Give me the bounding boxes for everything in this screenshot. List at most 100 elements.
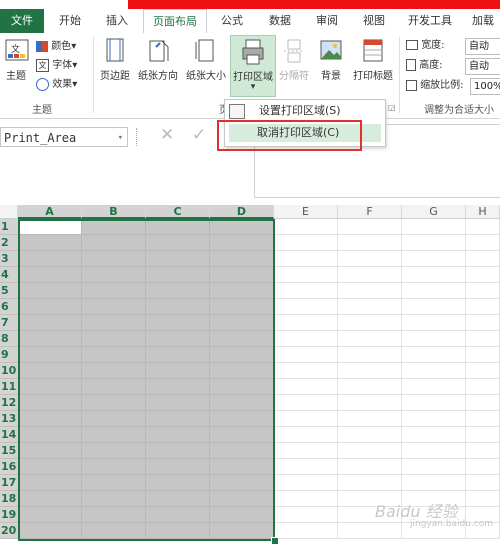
size-button[interactable]: 纸张大小 (183, 37, 229, 82)
tab-developer[interactable]: 开发工具 (402, 9, 458, 33)
cell[interactable] (466, 283, 500, 299)
width-select[interactable]: 自动 (465, 38, 500, 55)
row-header[interactable]: 3 (0, 251, 18, 267)
cell[interactable] (402, 267, 466, 283)
cell[interactable] (402, 443, 466, 459)
cell[interactable] (338, 443, 402, 459)
tab-page-layout[interactable]: 页面布局 (143, 9, 207, 35)
cell[interactable] (274, 331, 338, 347)
cell[interactable] (274, 347, 338, 363)
cell[interactable] (402, 283, 466, 299)
cell[interactable] (402, 363, 466, 379)
cell[interactable] (402, 331, 466, 347)
print-area-button[interactable]: 打印区域 ▾ (230, 35, 276, 97)
row-header[interactable]: 6 (0, 299, 18, 315)
scale-input[interactable]: 100% (470, 78, 500, 95)
cell[interactable] (466, 235, 500, 251)
cell[interactable] (402, 395, 466, 411)
cell[interactable] (466, 347, 500, 363)
cell[interactable] (338, 283, 402, 299)
cell[interactable] (274, 251, 338, 267)
cell[interactable] (402, 475, 466, 491)
cell[interactable] (402, 411, 466, 427)
tab-addins[interactable]: 加载 (466, 9, 500, 33)
cell[interactable] (466, 459, 500, 475)
print-titles-button[interactable]: 打印标题 (350, 37, 396, 82)
cell[interactable] (466, 491, 500, 507)
cell[interactable] (466, 267, 500, 283)
cell[interactable] (466, 411, 500, 427)
cell[interactable] (402, 251, 466, 267)
cell[interactable] (274, 443, 338, 459)
cell[interactable] (338, 379, 402, 395)
cell[interactable] (466, 427, 500, 443)
cell[interactable] (274, 379, 338, 395)
cell[interactable] (402, 347, 466, 363)
effects-button[interactable]: 效果▾ (36, 77, 77, 93)
cell[interactable] (338, 347, 402, 363)
cell[interactable] (274, 411, 338, 427)
themes-button[interactable]: 文 主题 (2, 37, 30, 82)
cell[interactable] (466, 219, 500, 235)
name-box[interactable]: Print_Area ▾ (0, 127, 128, 147)
tab-insert[interactable]: 插入 (97, 9, 137, 33)
cell[interactable] (274, 315, 338, 331)
cancel-icon[interactable]: ✕ (160, 125, 174, 145)
height-select[interactable]: 自动 (465, 58, 500, 75)
tab-view[interactable]: 视图 (354, 9, 394, 33)
cell[interactable] (338, 315, 402, 331)
cell[interactable] (274, 283, 338, 299)
cell[interactable] (274, 299, 338, 315)
cell[interactable] (402, 299, 466, 315)
cell[interactable] (338, 219, 402, 235)
background-button[interactable]: 背景 (314, 37, 348, 82)
tab-formulas[interactable]: 公式 (212, 9, 252, 33)
enter-icon[interactable]: ✓ (192, 125, 206, 145)
column-header[interactable]: E (274, 205, 338, 219)
cell[interactable] (338, 523, 402, 539)
row-header[interactable]: 15 (0, 443, 18, 459)
row-header[interactable]: 5 (0, 283, 18, 299)
cell[interactable] (274, 395, 338, 411)
cell[interactable] (338, 427, 402, 443)
column-header[interactable]: C (146, 205, 210, 219)
cell[interactable] (274, 459, 338, 475)
margins-button[interactable]: 页边距 (97, 37, 133, 82)
row-header[interactable]: 19 (0, 507, 18, 523)
fill-handle[interactable] (271, 537, 279, 545)
cell[interactable] (338, 395, 402, 411)
tab-data[interactable]: 数据 (260, 9, 300, 33)
row-header[interactable]: 11 (0, 379, 18, 395)
cell[interactable] (274, 475, 338, 491)
cell[interactable] (466, 379, 500, 395)
cell[interactable] (466, 315, 500, 331)
cell[interactable] (402, 235, 466, 251)
breaks-button[interactable]: 分隔符 (276, 37, 312, 82)
orientation-button[interactable]: 纸张方向 (135, 37, 181, 82)
cell[interactable] (274, 427, 338, 443)
menu-item-set-print-area[interactable]: 设置打印区域(S) (229, 102, 381, 120)
cell[interactable] (466, 475, 500, 491)
cell[interactable] (338, 363, 402, 379)
column-header[interactable]: A (18, 205, 82, 219)
colors-button[interactable]: 颜色▾ (36, 39, 76, 55)
row-header[interactable]: 17 (0, 475, 18, 491)
row-header[interactable]: 12 (0, 395, 18, 411)
row-header[interactable]: 1 (0, 219, 18, 235)
fonts-button[interactable]: 文 字体▾ (36, 58, 77, 74)
cell[interactable] (338, 331, 402, 347)
column-header[interactable]: D (210, 205, 274, 219)
cell[interactable] (466, 443, 500, 459)
cell[interactable] (338, 299, 402, 315)
cell[interactable] (466, 331, 500, 347)
cell[interactable] (466, 395, 500, 411)
cell[interactable] (402, 315, 466, 331)
cell[interactable] (274, 267, 338, 283)
cell[interactable] (274, 523, 338, 539)
dialog-launcher-icon[interactable]: ◲ (388, 103, 396, 112)
cell[interactable] (402, 427, 466, 443)
cell[interactable] (274, 507, 338, 523)
cell[interactable] (402, 219, 466, 235)
tab-home[interactable]: 开始 (50, 9, 90, 33)
cell[interactable] (274, 491, 338, 507)
